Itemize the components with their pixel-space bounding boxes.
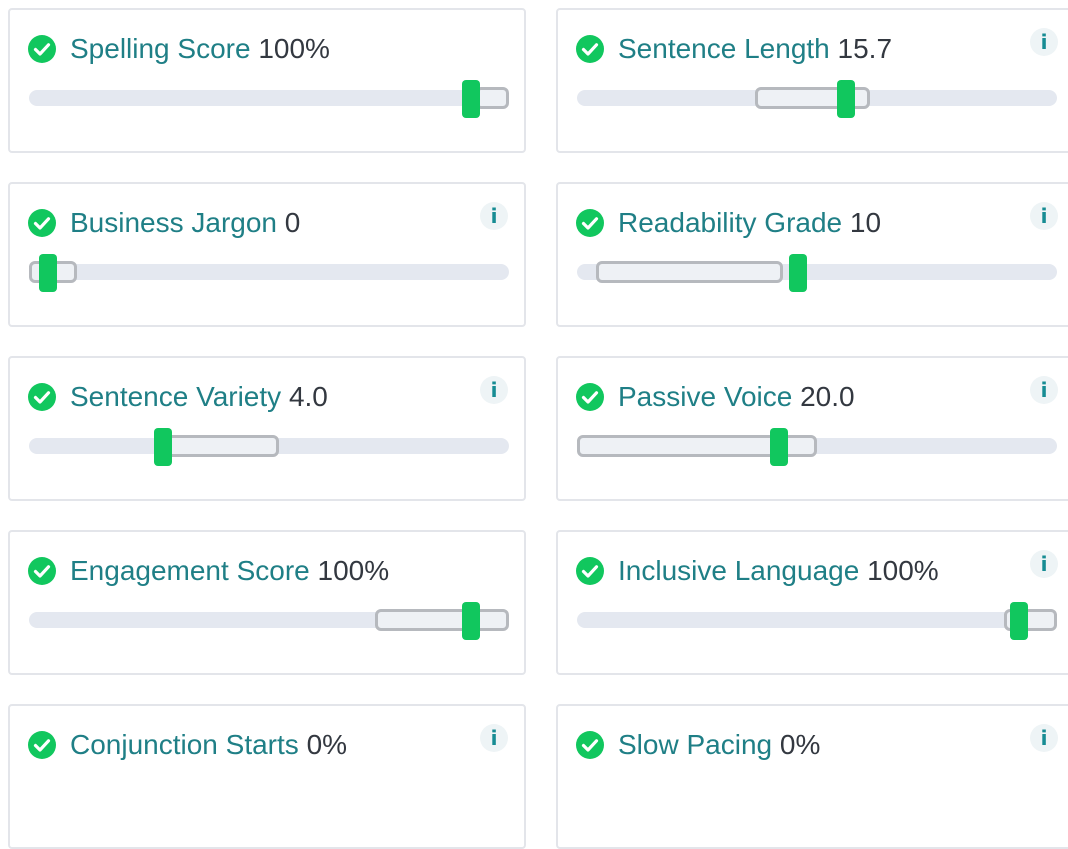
metric-slider-track	[577, 80, 1057, 118]
metric-title: Sentence Variety 4.0	[70, 381, 328, 413]
info-icon[interactable]: i	[480, 376, 508, 404]
metric-value: 100%	[867, 555, 939, 586]
info-icon[interactable]: i	[1030, 202, 1058, 230]
metric-slider-track	[577, 602, 1057, 640]
target-range	[475, 87, 509, 109]
score-marker	[461, 80, 480, 118]
metric-card-business-jargon: Business Jargon 0 i	[8, 182, 526, 327]
metric-card-passive-voice: Passive Voice 20.0 i	[556, 356, 1068, 501]
target-range	[374, 609, 509, 631]
target-range	[596, 261, 784, 283]
info-icon[interactable]: i	[1030, 376, 1058, 404]
metric-value: 0%	[306, 729, 348, 760]
metric-card-inclusive-language: Inclusive Language 100% i	[556, 530, 1068, 675]
check-circle-icon	[576, 383, 604, 411]
metric-value: 20.0	[800, 381, 855, 412]
metric-slider-track	[29, 254, 509, 292]
metric-slider-track	[29, 80, 509, 118]
check-circle-icon	[28, 731, 56, 759]
info-icon[interactable]: i	[1030, 724, 1058, 752]
metric-title: Engagement Score 100%	[70, 555, 389, 587]
metric-title: Business Jargon 0	[70, 207, 300, 239]
metric-value: 0	[284, 207, 301, 238]
metric-slider-track	[577, 428, 1057, 466]
metric-name: Sentence Variety	[70, 381, 282, 412]
metric-card-engagement-score: Engagement Score 100%	[8, 530, 526, 675]
metric-title: Passive Voice 20.0	[618, 381, 855, 413]
metric-card-conjunction-starts: Conjunction Starts 0% i	[8, 704, 526, 849]
score-marker	[461, 602, 480, 640]
metric-name: Engagement Score	[70, 555, 310, 586]
check-circle-icon	[576, 35, 604, 63]
metric-value: 0%	[779, 729, 821, 760]
metric-value: 15.7	[837, 33, 893, 64]
metric-card-slow-pacing: Slow Pacing 0% i	[556, 704, 1068, 849]
info-icon[interactable]: i	[1030, 550, 1058, 578]
metric-card-readability-grade: Readability Grade 10 i	[556, 182, 1068, 327]
metric-name: Passive Voice	[618, 381, 793, 412]
metric-name: Readability Grade	[618, 207, 843, 238]
check-circle-icon	[576, 731, 604, 759]
metric-slider-track	[577, 254, 1057, 292]
metric-card-sentence-variety: Sentence Variety 4.0 i	[8, 356, 526, 501]
metric-slider-track	[29, 602, 509, 640]
check-circle-icon	[28, 35, 56, 63]
metric-title: Sentence Length 15.7	[618, 33, 892, 65]
metric-name: Spelling Score	[70, 33, 251, 64]
check-circle-icon	[576, 209, 604, 237]
score-marker	[788, 254, 807, 292]
info-icon[interactable]: i	[1030, 28, 1058, 56]
score-marker	[154, 428, 173, 466]
score-marker	[769, 428, 788, 466]
metric-value: 10	[849, 207, 882, 238]
check-circle-icon	[28, 383, 56, 411]
info-icon[interactable]: i	[480, 724, 508, 752]
metric-slider-track	[29, 428, 509, 466]
metric-value: 4.0	[288, 381, 328, 412]
metric-card-spelling-score: Spelling Score 100%	[8, 8, 526, 153]
metric-name: Sentence Length	[618, 33, 830, 64]
check-circle-icon	[576, 557, 604, 585]
metric-name: Inclusive Language	[618, 555, 860, 586]
metric-card-sentence-length: Sentence Length 15.7 i	[556, 8, 1068, 153]
check-circle-icon	[28, 557, 56, 585]
score-marker	[836, 80, 855, 118]
metric-title: Conjunction Starts 0%	[70, 729, 347, 761]
metric-title: Readability Grade 10	[618, 207, 881, 239]
score-marker	[39, 254, 58, 292]
target-range	[163, 435, 279, 457]
metric-value: 100%	[317, 555, 390, 586]
check-circle-icon	[28, 209, 56, 237]
metric-name: Business Jargon	[70, 207, 278, 238]
metric-name: Conjunction Starts	[70, 729, 299, 760]
score-marker	[1009, 602, 1028, 640]
metric-title: Spelling Score 100%	[70, 33, 330, 65]
metric-value: 100%	[258, 33, 330, 64]
metric-title: Slow Pacing 0%	[618, 729, 820, 761]
info-icon[interactable]: i	[480, 202, 508, 230]
metric-name: Slow Pacing	[618, 729, 773, 760]
metric-title: Inclusive Language 100%	[618, 555, 939, 587]
